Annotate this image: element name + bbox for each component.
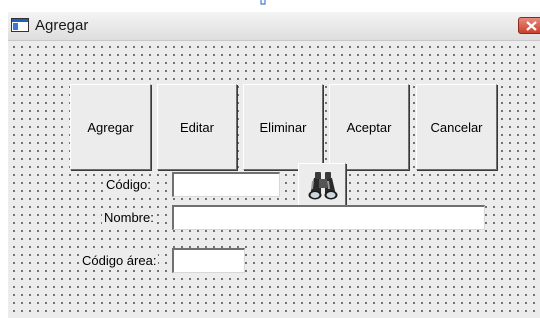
nombre-label: Nombre: — [102, 210, 156, 225]
codigo-area-field[interactable] — [172, 248, 245, 273]
binoculars-icon — [308, 172, 338, 200]
cursor-artifact — [260, 0, 266, 5]
close-icon — [526, 21, 537, 31]
eliminar-button-label: Eliminar — [259, 119, 307, 135]
codigo-field[interactable] — [172, 172, 280, 197]
agregar-button-label: Agregar — [87, 119, 134, 135]
eliminar-button[interactable]: Eliminar — [243, 84, 323, 170]
cancelar-button[interactable]: Cancelar — [416, 84, 497, 170]
codigo-area-label: Código área: — [80, 253, 159, 268]
agregar-window: Agregar Agregar Editar Eliminar Aceptar … — [8, 12, 540, 318]
aceptar-button[interactable]: Aceptar — [329, 84, 409, 170]
close-button[interactable] — [518, 17, 540, 34]
editar-button[interactable]: Editar — [157, 84, 237, 170]
editar-button-label: Editar — [180, 119, 214, 135]
window-title: Agregar — [35, 17, 89, 34]
search-button[interactable] — [298, 163, 346, 207]
agregar-button[interactable]: Agregar — [70, 84, 151, 170]
aceptar-button-label: Aceptar — [346, 119, 392, 135]
codigo-label: Código: — [104, 177, 153, 192]
cancelar-button-label: Cancelar — [430, 119, 483, 135]
title-bar[interactable]: Agregar — [8, 12, 540, 41]
window-icon — [11, 18, 29, 32]
nombre-field[interactable] — [172, 205, 485, 230]
